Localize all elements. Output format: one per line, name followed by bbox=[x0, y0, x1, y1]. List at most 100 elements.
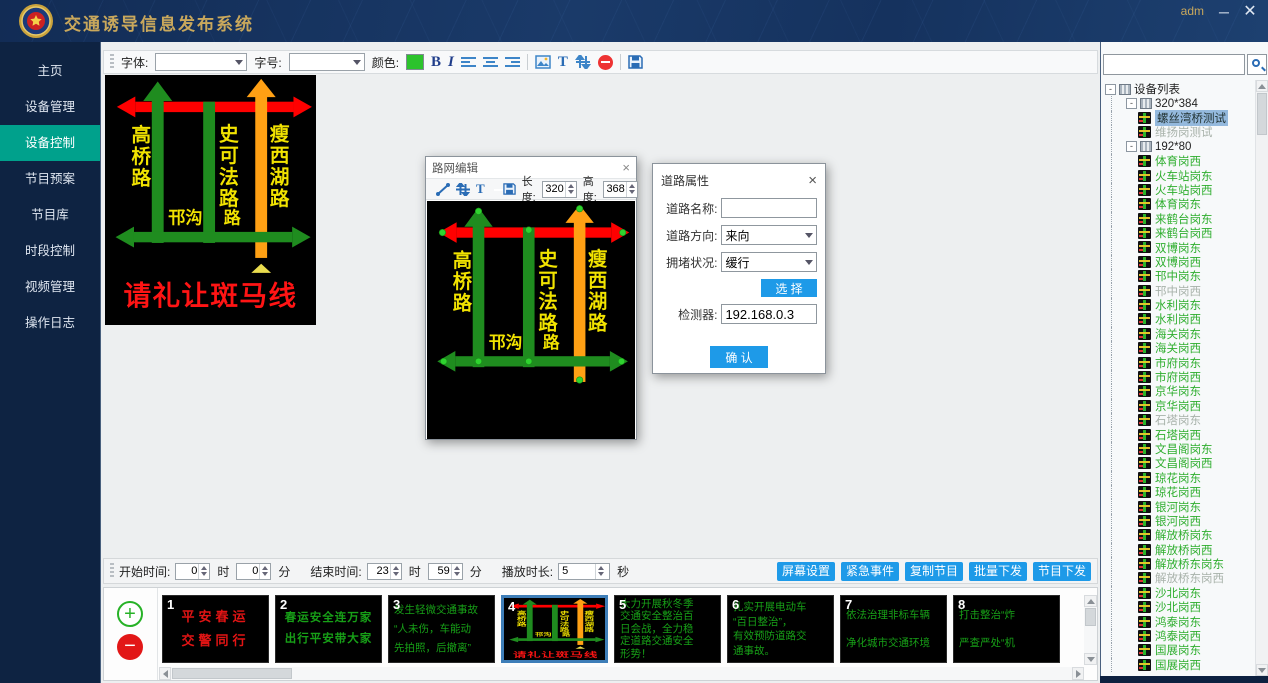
sidebar-item-1[interactable]: 主页 bbox=[0, 53, 100, 89]
device-tree-item[interactable]: 海关岗西 bbox=[1111, 341, 1255, 355]
start-minute-stepper[interactable] bbox=[236, 563, 271, 580]
program-thumbnail-7[interactable]: 7依法治理非标车辆净化城市交通环境 bbox=[840, 595, 947, 663]
text-tool-button[interactable]: T bbox=[476, 181, 485, 197]
collapse-icon[interactable]: - bbox=[1105, 84, 1116, 95]
text-tool-button[interactable]: T bbox=[558, 54, 568, 71]
device-tree-item[interactable]: 国展岗西 bbox=[1111, 658, 1255, 672]
detector-input[interactable] bbox=[725, 307, 813, 322]
device-tree-item[interactable]: 银河岗东 bbox=[1111, 499, 1255, 513]
edit-handle[interactable] bbox=[475, 208, 482, 215]
device-tree-item[interactable]: 文昌阁岗西 bbox=[1111, 456, 1255, 470]
insert-image-icon[interactable] bbox=[535, 55, 551, 69]
end-minute-input[interactable] bbox=[429, 564, 451, 579]
device-tree-item[interactable]: 琼花岗西 bbox=[1111, 485, 1255, 499]
edit-handle[interactable] bbox=[475, 358, 482, 365]
edit-handle[interactable] bbox=[440, 358, 447, 365]
spinner-arrows[interactable] bbox=[451, 564, 462, 579]
italic-button[interactable]: I bbox=[448, 54, 454, 71]
sidebar-item-8[interactable]: 操作日志 bbox=[0, 305, 100, 341]
device-tree-item[interactable]: 水利岗西 bbox=[1111, 312, 1255, 326]
action-button-4[interactable]: 批量下发 bbox=[969, 562, 1027, 581]
end-hour-input[interactable] bbox=[368, 564, 390, 579]
tree-row[interactable]: -320*384 bbox=[1111, 96, 1255, 110]
bold-button[interactable]: B bbox=[431, 54, 441, 71]
start-minute-input[interactable] bbox=[237, 564, 259, 579]
collapse-icon[interactable]: - bbox=[1126, 98, 1137, 109]
height-input[interactable] bbox=[604, 182, 626, 197]
spinner-arrows[interactable] bbox=[198, 564, 209, 579]
device-tree-item[interactable]: 鸿泰岗东 bbox=[1111, 614, 1255, 628]
sidebar-item-3[interactable]: 设备控制 bbox=[0, 125, 100, 161]
device-tree-item[interactable]: 京华岗西 bbox=[1111, 399, 1255, 413]
device-tree-item[interactable]: 文昌阁岗东 bbox=[1111, 442, 1255, 456]
device-tree-item[interactable]: 石塔岗东 bbox=[1111, 413, 1255, 427]
add-program-button[interactable]: + bbox=[117, 601, 143, 627]
device-tree-item[interactable]: 解放桥岗东 bbox=[1111, 528, 1255, 542]
toolbar-grip[interactable] bbox=[110, 54, 114, 70]
device-tree-item[interactable]: 沙北岗东 bbox=[1111, 586, 1255, 600]
spinner-arrows[interactable] bbox=[390, 564, 401, 579]
device-tree-item[interactable]: 市府岗西 bbox=[1111, 370, 1255, 384]
delete-button[interactable] bbox=[598, 55, 613, 70]
sidebar-item-6[interactable]: 时段控制 bbox=[0, 233, 100, 269]
collapse-icon[interactable]: - bbox=[1126, 141, 1137, 152]
program-thumbnail-2[interactable]: 2春运安全连万家出行平安带大家 bbox=[275, 595, 382, 663]
action-button-5[interactable]: 节目下发 bbox=[1033, 562, 1091, 581]
color-swatch[interactable] bbox=[406, 54, 424, 70]
device-tree-item[interactable]: 火车站岗西 bbox=[1111, 183, 1255, 197]
device-tree-item[interactable]: 京华岗东 bbox=[1111, 384, 1255, 398]
close-button[interactable]: ✕ bbox=[1240, 2, 1260, 22]
edit-handle[interactable] bbox=[439, 229, 446, 236]
device-tree-item[interactable]: 来鹤台岗东 bbox=[1111, 212, 1255, 226]
spinner-arrows[interactable] bbox=[565, 182, 576, 197]
tree-row[interactable]: -192*80 bbox=[1111, 140, 1255, 154]
spinner-arrows[interactable] bbox=[626, 182, 637, 197]
edit-handle[interactable] bbox=[576, 376, 583, 383]
device-tree-item[interactable]: 沙北岗西 bbox=[1111, 600, 1255, 614]
duration-stepper[interactable] bbox=[558, 563, 610, 580]
device-tree-item[interactable]: 邗中岗东 bbox=[1111, 269, 1255, 283]
height-stepper[interactable] bbox=[603, 181, 638, 198]
duration-input[interactable] bbox=[559, 564, 595, 579]
program-thumbnail-1[interactable]: 1平安春运交警同行 bbox=[162, 595, 269, 663]
end-minute-stepper[interactable] bbox=[428, 563, 463, 580]
align-left-icon[interactable] bbox=[461, 56, 476, 69]
save-icon[interactable] bbox=[503, 183, 516, 195]
device-tree-item[interactable]: 维扬岗测试 bbox=[1111, 125, 1255, 139]
length-input[interactable] bbox=[543, 182, 565, 197]
spinner-arrows[interactable] bbox=[595, 564, 606, 579]
save-icon[interactable] bbox=[628, 55, 643, 69]
action-button-2[interactable]: 紧急事件 bbox=[841, 562, 899, 581]
program-thumbnail-3[interactable]: 3发生轻微交通事故“人未伤，车能动先拍照，后撤离” bbox=[388, 595, 495, 663]
road-tool-icon[interactable] bbox=[575, 55, 591, 69]
road-name-input[interactable] bbox=[725, 201, 813, 215]
device-tree-item[interactable]: 来鹤台岗西 bbox=[1111, 226, 1255, 240]
program-thumbnail-6[interactable]: 6扎实开展电动车“百日整治”，有效预防道路交通事故。 bbox=[727, 595, 834, 663]
end-hour-stepper[interactable] bbox=[367, 563, 402, 580]
device-search-input[interactable] bbox=[1103, 54, 1245, 75]
cross-road-icon[interactable] bbox=[456, 183, 470, 196]
device-tree-item[interactable]: 国展岗东 bbox=[1111, 643, 1255, 657]
device-tree-item[interactable]: 火车站岗东 bbox=[1111, 168, 1255, 182]
device-tree-scrollbar[interactable] bbox=[1255, 80, 1268, 676]
select-button[interactable]: 选 择 bbox=[761, 279, 817, 297]
remove-program-button[interactable]: − bbox=[117, 634, 143, 660]
device-tree-item[interactable]: 解放桥东岗西 bbox=[1111, 571, 1255, 585]
font-size-select[interactable] bbox=[289, 53, 365, 71]
draw-line-icon[interactable] bbox=[436, 183, 450, 196]
sidebar-item-4[interactable]: 节目预案 bbox=[0, 161, 100, 197]
road-edit-canvas[interactable]: 高桥路史可法路瘦西湖路邗沟路 bbox=[427, 201, 635, 439]
minimize-button[interactable]: ─ bbox=[1214, 2, 1234, 22]
program-thumbnail-8[interactable]: 8打击整治“炸严查严处“机 bbox=[953, 595, 1060, 663]
device-tree-item[interactable]: 体育岗东 bbox=[1111, 197, 1255, 211]
start-hour-input[interactable] bbox=[176, 564, 198, 579]
device-tree-item[interactable]: 螺丝湾桥测试 bbox=[1111, 111, 1255, 125]
dialog-close-icon[interactable]: × bbox=[808, 173, 817, 188]
align-center-icon[interactable] bbox=[483, 56, 498, 69]
sidebar-item-2[interactable]: 设备管理 bbox=[0, 89, 100, 125]
device-tree-item[interactable]: 解放桥岗西 bbox=[1111, 543, 1255, 557]
action-button-3[interactable]: 复制节目 bbox=[905, 562, 963, 581]
tree-row[interactable]: -设备列表 bbox=[1103, 82, 1255, 96]
font-select[interactable] bbox=[155, 53, 247, 71]
device-tree-item[interactable]: 市府岗东 bbox=[1111, 355, 1255, 369]
